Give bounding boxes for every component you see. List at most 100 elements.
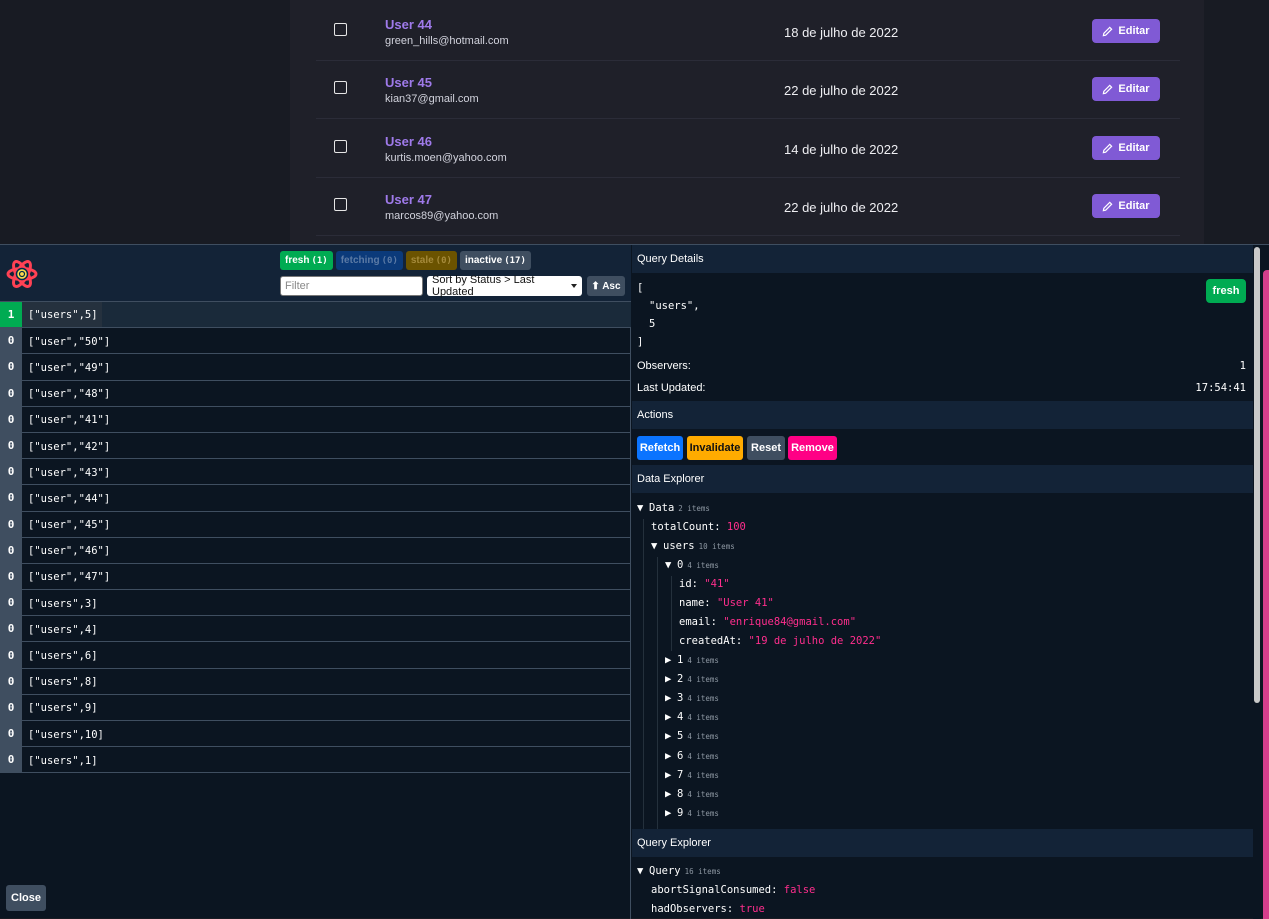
collapsed-user-node[interactable]: ▶ 3 4 items (665, 692, 719, 704)
query-row[interactable]: 0 ["user","43"] (0, 459, 631, 486)
query-list: 1 ["users",5] 0 ["user","50"] 0 ["user","49"]… (0, 302, 631, 774)
query-row[interactable]: 0 ["users",10] (0, 721, 631, 748)
query-key-cell: ["user","45"] (22, 515, 110, 533)
tree-leaf: abortSignalConsumed: false (651, 884, 815, 896)
react-query-devtools: fresh (1) fetching (0) stale (0) inactive (1… (0, 244, 1269, 919)
query-row[interactable]: 0 ["user","41"] (0, 406, 631, 433)
tree-key: 6 (677, 749, 684, 762)
query-row[interactable]: 0 ["users",6] (0, 642, 631, 669)
collapsed-user-node[interactable]: ▶ 7 4 items (665, 769, 719, 781)
collapsed-user-node[interactable]: ▶ 5 4 items (665, 730, 719, 742)
query-key-cell: ["users",1] (22, 751, 98, 769)
collapsed-user-node[interactable]: ▶ 9 4 items (665, 807, 719, 819)
observer-count: 0 (0, 616, 22, 642)
tree-key: hadObservers: (651, 903, 734, 915)
sort-direction-button[interactable]: ⬆ Asc (587, 276, 625, 296)
edit-button[interactable]: Editar (1092, 194, 1160, 218)
query-key-cell: ["users",8] (22, 672, 98, 690)
query-key-cell: ["users",4] (22, 620, 98, 638)
inactive-label: inactive (464, 255, 503, 266)
tree-key: 5 (677, 730, 684, 743)
tree-key: abortSignalConsumed: (651, 884, 778, 896)
collapsed-arrow-icon: ▶ (665, 768, 672, 781)
users-node[interactable]: ▼ users 10 items (651, 540, 735, 552)
user-created-date: 22 de julho de 2022 (784, 200, 899, 215)
page-scrollbar[interactable] (1263, 270, 1269, 919)
refetch-button[interactable]: Refetch (637, 436, 683, 460)
row-checkbox[interactable] (334, 23, 347, 36)
fresh-label: fresh (285, 255, 310, 266)
pencil-icon (1103, 143, 1113, 153)
devtools-header: fresh (1) fetching (0) stale (0) inactive (1… (0, 245, 631, 302)
query-row[interactable]: 0 ["users",4] (0, 616, 631, 643)
query-root-node[interactable]: ▼ Query 16 items (637, 865, 721, 877)
observer-count: 0 (0, 537, 22, 563)
tree-leaf: createdAt: "19 de julho de 2022" (679, 635, 881, 647)
tree-leaf: name: "User 41" (679, 597, 774, 609)
details-scrollbar[interactable] (1254, 247, 1260, 703)
remove-button[interactable]: Remove (788, 436, 837, 460)
row-checkbox[interactable] (334, 198, 347, 211)
query-row[interactable]: 0 ["user","48"] (0, 380, 631, 407)
data-root-node[interactable]: ▼ Data 2 items (637, 502, 710, 514)
tree-item-count: 4 items (687, 713, 719, 723)
observer-count: 0 (0, 328, 22, 354)
filter-input[interactable] (280, 276, 423, 296)
query-key: ["user","43"] (28, 466, 111, 479)
query-row[interactable]: 0 ["user","47"] (0, 563, 631, 591)
collapsed-user-node[interactable]: ▶ 1 4 items (665, 654, 719, 666)
user-name: User 46 (385, 134, 432, 149)
query-key-cell: ["users",10] (22, 725, 104, 743)
observer-count: 0 (0, 485, 22, 511)
query-row[interactable]: 0 ["user","46"] (0, 537, 631, 564)
fetching-count-badge: fetching (0) (335, 251, 403, 270)
table-row: User 47 marcos89@yahoo.com 22 de julho d… (316, 178, 1180, 236)
observer-count: 0 (0, 511, 22, 537)
query-row[interactable]: 0 ["users",1] (0, 747, 631, 774)
query-key: ["user","49"] (28, 361, 111, 374)
pencil-icon (1103, 84, 1113, 94)
invalidate-button[interactable]: Invalidate (687, 436, 743, 460)
sort-select[interactable]: Sort by Status > Last Updated (427, 274, 582, 298)
query-row[interactable]: 0 ["user","49"] (0, 354, 631, 381)
query-row[interactable]: 1 ["users",5] (0, 302, 631, 329)
reset-button[interactable]: Reset (747, 436, 785, 460)
tree-indent-guide (671, 576, 672, 651)
observers-label: Observers: (637, 360, 691, 372)
row-checkbox[interactable] (334, 140, 347, 153)
edit-button-label: Editar (1118, 142, 1150, 154)
observer-count: 0 (0, 354, 22, 380)
query-row[interactable]: 0 ["user","42"] (0, 432, 631, 460)
edit-button-label: Editar (1118, 200, 1150, 212)
query-row[interactable]: 0 ["user","50"] (0, 328, 631, 355)
query-row[interactable]: 0 ["users",9] (0, 694, 631, 721)
collapsed-arrow-icon: ▶ (665, 692, 672, 705)
query-row[interactable]: 0 ["user","44"] (0, 485, 631, 512)
query-row[interactable]: 0 ["user","45"] (0, 511, 631, 538)
collapsed-user-node[interactable]: ▶ 8 4 items (665, 788, 719, 800)
react-query-logo-icon[interactable] (5, 257, 39, 291)
query-row[interactable]: 0 ["users",3] (0, 590, 631, 617)
edit-button[interactable]: Editar (1092, 19, 1160, 43)
collapsed-user-node[interactable]: ▶ 2 4 items (665, 673, 719, 685)
last-updated-value: 17:54:41 (1195, 382, 1246, 394)
edit-button[interactable]: Editar (1092, 77, 1160, 101)
query-key-cell: ["user","43"] (22, 463, 110, 481)
tree-key: name: (679, 597, 711, 609)
edit-button[interactable]: Editar (1092, 136, 1160, 160)
collapsed-user-node[interactable]: ▶ 6 4 items (665, 750, 719, 762)
query-key: ["users",9] (28, 702, 98, 715)
expanded-arrow-icon: ▼ (637, 502, 644, 514)
query-row[interactable]: 0 ["users",8] (0, 668, 631, 695)
observer-count: 0 (0, 459, 22, 485)
query-key: ["users",6] (28, 650, 98, 663)
row-checkbox[interactable] (334, 81, 347, 94)
tree-key: totalCount: (651, 521, 721, 533)
collapsed-user-node[interactable]: ▶ 4 4 items (665, 711, 719, 723)
tree-value: 100 (726, 521, 746, 533)
query-key: ["user","48"] (28, 388, 111, 401)
collapsed-arrow-icon: ▶ (665, 673, 672, 686)
user-item-node[interactable]: ▼ 0 4 items (665, 559, 719, 571)
query-key: ["user","47"] (28, 571, 111, 584)
close-devtools-button[interactable]: Close (6, 885, 46, 911)
